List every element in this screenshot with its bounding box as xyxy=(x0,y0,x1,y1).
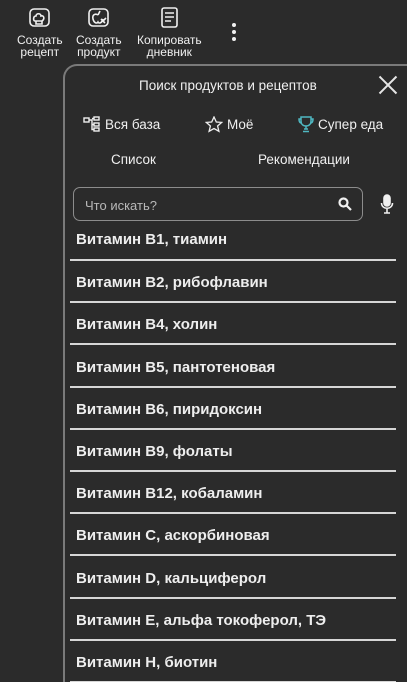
list-item[interactable]: Витамин C, аскорбиновая xyxy=(70,514,396,557)
microphone-icon[interactable] xyxy=(380,194,394,214)
search-icon[interactable] xyxy=(338,197,352,211)
more-vertical-icon[interactable] xyxy=(224,20,244,46)
list-item[interactable]: Витамин B4, холин xyxy=(70,303,396,346)
list-item[interactable]: Витамин B9, фолаты xyxy=(70,430,396,472)
panel-title: Поиск продуктов и рецептов xyxy=(139,78,317,93)
filter-mine-label: Моё xyxy=(227,117,254,132)
search-input[interactable] xyxy=(83,188,337,222)
filter-superfood[interactable]: Супер еда xyxy=(298,116,383,133)
list-item[interactable]: Витамин E, альфа токоферол, ТЭ xyxy=(70,599,396,641)
results-list: Витамин B1, тиамин Витамин B2, рибофлави… xyxy=(70,226,396,682)
chef-hat-icon xyxy=(28,8,50,27)
filter-all-database[interactable]: Вся база xyxy=(83,116,160,132)
list-item[interactable]: Витамин H, биотин xyxy=(70,641,396,682)
copy-diary-button[interactable]: Копировать дневник xyxy=(137,6,202,58)
top-toolbar: Создать рецепт Создать продукт Копироват… xyxy=(0,0,407,64)
list-item[interactable]: Витамин D, кальциферол xyxy=(70,556,396,599)
tab-list[interactable]: Список xyxy=(111,152,156,167)
filter-all-label: Вся база xyxy=(105,116,161,132)
tab-recommendations[interactable]: Рекомендации xyxy=(258,152,350,167)
search-panel: Поиск продуктов и рецептов Вся база Моё … xyxy=(63,64,407,682)
filter-mine[interactable]: Моё xyxy=(205,116,253,133)
list-item[interactable]: Витамин B2, рибофлавин xyxy=(70,261,396,304)
filter-superfood-label: Супер еда xyxy=(318,117,384,132)
copy-diary-label: Копировать дневник xyxy=(137,33,202,59)
star-icon xyxy=(205,116,223,133)
list-item[interactable]: Витамин B5, пантотеновая xyxy=(70,345,396,388)
list-item[interactable]: Витамин B6, пиридоксин xyxy=(70,388,396,430)
create-product-button[interactable]: Создать продукт xyxy=(76,6,122,58)
create-recipe-button[interactable]: Создать рецепт xyxy=(17,6,63,58)
document-copy-icon xyxy=(161,7,179,28)
list-item[interactable]: Витамин B12, кобаламин xyxy=(70,472,396,515)
close-icon[interactable] xyxy=(378,75,398,95)
hierarchy-icon xyxy=(83,116,100,132)
list-item[interactable]: Витамин B1, тиамин xyxy=(70,226,396,261)
trophy-icon xyxy=(298,116,314,133)
apple-icon xyxy=(87,8,109,27)
create-product-label: Создать продукт xyxy=(76,33,122,59)
search-box xyxy=(73,187,363,222)
create-recipe-label: Создать рецепт xyxy=(17,33,63,59)
